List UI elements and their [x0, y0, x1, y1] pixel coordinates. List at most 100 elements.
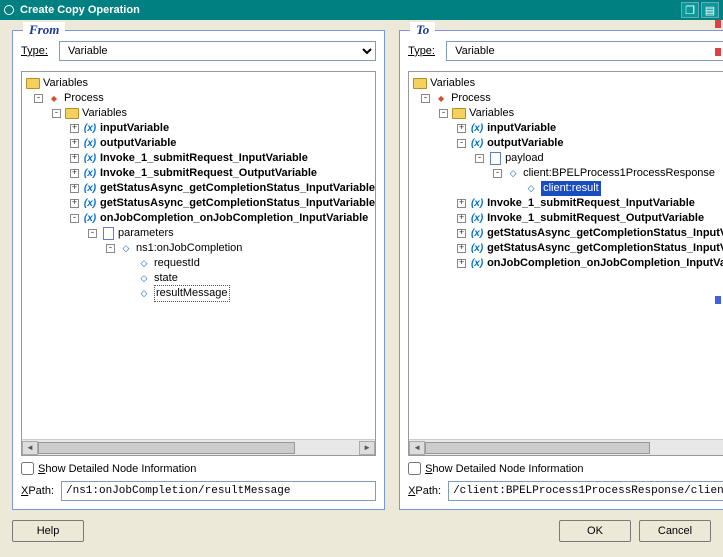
tree-node-selected[interactable]: client:result [541, 181, 601, 196]
collapse-icon[interactable]: - [34, 94, 43, 103]
to-panel: To Type: Variable Variables -Process -Va… [399, 30, 723, 510]
tree-node[interactable]: outputVariable [487, 136, 563, 151]
to-type-label: Type: [408, 45, 446, 57]
collapse-icon[interactable]: - [421, 94, 430, 103]
tree-node[interactable]: getStatusAsync_getCompletionStatus_Input… [100, 196, 375, 211]
ok-button[interactable]: OK [559, 520, 631, 542]
from-tree[interactable]: Variables -Process -Variables +inputVari… [21, 71, 376, 456]
from-xpath-input[interactable] [61, 481, 376, 501]
document-icon [101, 228, 115, 240]
element-icon [524, 183, 538, 195]
to-heading: To [410, 22, 435, 38]
from-xpath-label: XPath: [21, 485, 61, 497]
tree-node[interactable]: inputVariable [487, 121, 556, 136]
tree-node[interactable]: inputVariable [100, 121, 169, 136]
from-type-label: Type: [21, 45, 59, 57]
tree-node[interactable]: client:BPELProcess1ProcessResponse [523, 166, 715, 181]
tree-node[interactable]: ns1:onJobCompletion [136, 241, 242, 256]
gutter-marks [715, 20, 723, 540]
expand-icon[interactable]: + [457, 199, 466, 208]
tree-node[interactable]: onJobCompletion_onJobCompletion_InputVar… [100, 211, 368, 226]
to-xpath-input[interactable] [448, 481, 723, 501]
scroll-left-arrow[interactable]: ◄ [22, 441, 38, 455]
tree-node[interactable]: state [154, 271, 178, 286]
expand-icon[interactable]: + [457, 244, 466, 253]
element-icon [119, 243, 133, 255]
collapse-icon[interactable]: - [106, 244, 115, 253]
from-type-select[interactable]: Variable [59, 41, 376, 61]
tree-node-selected[interactable]: resultMessage [154, 285, 230, 302]
expand-icon[interactable]: + [70, 124, 79, 133]
tree-node[interactable]: Invoke_1_submitRequest_InputVariable [487, 196, 695, 211]
tree-node[interactable]: Invoke_1_submitRequest_OutputVariable [487, 211, 704, 226]
to-tree[interactable]: Variables -Process -Variables +inputVari… [408, 71, 723, 456]
collapse-icon[interactable]: - [457, 139, 466, 148]
to-detail-checkbox[interactable] [408, 462, 421, 475]
variable-icon [470, 138, 484, 150]
tree-node[interactable]: getStatusAsync_getCompletionStatus_Input… [487, 226, 723, 241]
scroll-right-arrow[interactable]: ► [359, 441, 375, 455]
tree-node[interactable]: onJobCompletion_onJobCompletion_InputVar… [487, 256, 723, 271]
variable-icon [83, 198, 97, 210]
collapse-icon[interactable]: - [475, 154, 484, 163]
tree-node[interactable]: getStatusAsync_getCompletionStatus_Input… [487, 241, 723, 256]
help-button[interactable]: Help [12, 520, 84, 542]
element-icon [137, 273, 151, 285]
document-icon [488, 153, 502, 165]
variable-icon [470, 258, 484, 270]
tree-node[interactable]: Variables [430, 76, 475, 91]
to-xpath-label: XPath: [408, 485, 448, 497]
tree-node[interactable]: Variables [469, 106, 514, 121]
variable-icon [83, 153, 97, 165]
collapse-icon[interactable]: - [88, 229, 97, 238]
window-close-button[interactable]: ▤ [701, 2, 719, 18]
horizontal-scrollbar[interactable]: ◄ ► [22, 439, 375, 455]
tree-node[interactable]: parameters [118, 226, 174, 241]
expand-icon[interactable]: + [457, 259, 466, 268]
variable-icon [83, 123, 97, 135]
variable-icon [470, 198, 484, 210]
process-icon [434, 93, 448, 105]
expand-icon[interactable]: + [457, 214, 466, 223]
cancel-button[interactable]: Cancel [639, 520, 711, 542]
folder-icon [26, 78, 40, 90]
tree-node[interactable]: Invoke_1_submitRequest_OutputVariable [100, 166, 317, 181]
tree-node[interactable]: payload [505, 151, 544, 166]
to-detail-label: Show Detailed Node Information [425, 463, 583, 475]
variable-icon [470, 123, 484, 135]
from-detail-checkbox[interactable] [21, 462, 34, 475]
to-type-select[interactable]: Variable [446, 41, 723, 61]
expand-icon[interactable]: + [70, 184, 79, 193]
expand-icon[interactable]: + [457, 124, 466, 133]
tree-node[interactable]: Process [451, 91, 491, 106]
collapse-icon[interactable]: - [493, 169, 502, 178]
variable-icon [470, 243, 484, 255]
tree-node[interactable]: Variables [43, 76, 88, 91]
window-restore-button[interactable]: ❐ [681, 2, 699, 18]
process-icon [47, 93, 61, 105]
collapse-icon[interactable]: - [70, 214, 79, 223]
expand-icon[interactable]: + [70, 169, 79, 178]
folder-icon [413, 78, 427, 90]
expand-icon[interactable]: + [70, 139, 79, 148]
tree-node[interactable]: outputVariable [100, 136, 176, 151]
horizontal-scrollbar[interactable]: ◄ ► [409, 439, 723, 455]
collapse-icon[interactable]: - [439, 109, 448, 118]
tree-node[interactable]: requestId [154, 256, 200, 271]
variable-icon [83, 213, 97, 225]
expand-icon[interactable]: + [70, 199, 79, 208]
element-icon [137, 258, 151, 270]
scroll-left-arrow[interactable]: ◄ [409, 441, 425, 455]
expand-icon[interactable]: + [70, 154, 79, 163]
variable-icon [83, 183, 97, 195]
tree-node[interactable]: Variables [82, 106, 127, 121]
tree-node[interactable]: getStatusAsync_getCompletionStatus_Input… [100, 181, 375, 196]
tree-node[interactable]: Process [64, 91, 104, 106]
titlebar: Create Copy Operation ❐ ▤ [0, 0, 723, 20]
collapse-icon[interactable]: - [52, 109, 61, 118]
folder-icon [65, 108, 79, 120]
expand-icon[interactable]: + [457, 229, 466, 238]
tree-node[interactable]: Invoke_1_submitRequest_InputVariable [100, 151, 308, 166]
variable-icon [83, 138, 97, 150]
folder-icon [452, 108, 466, 120]
